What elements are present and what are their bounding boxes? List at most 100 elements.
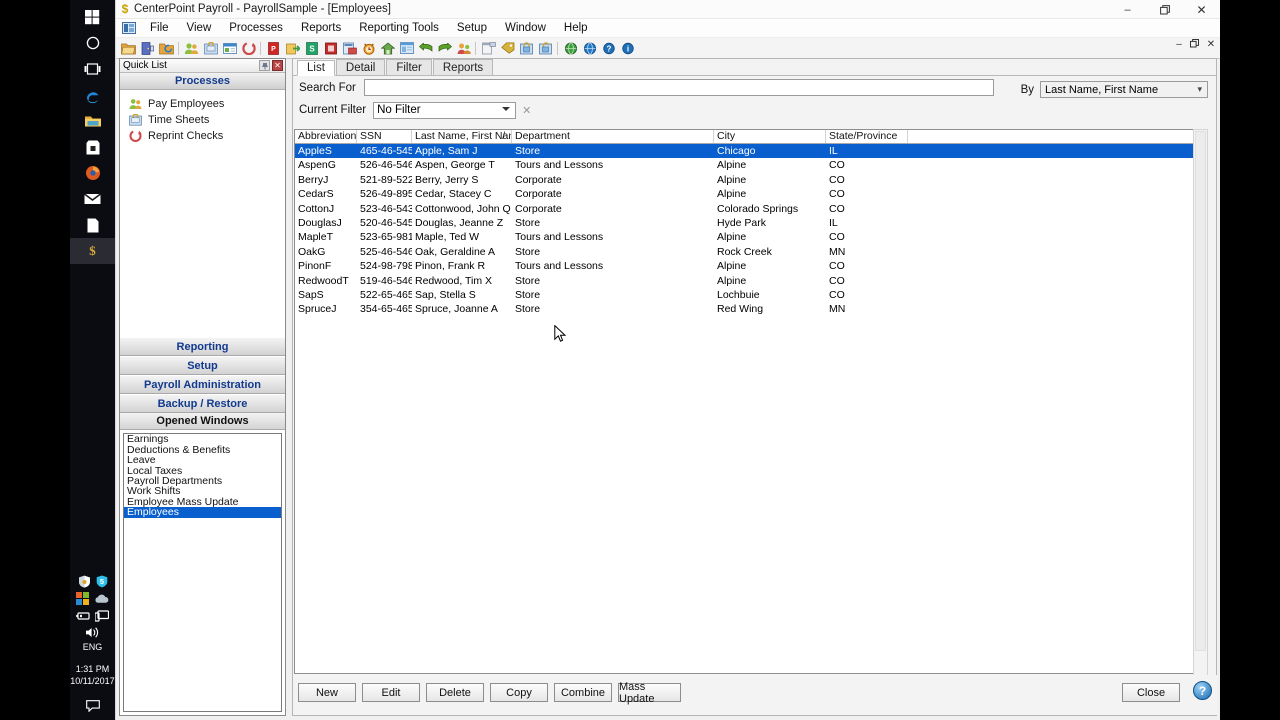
maximize-restore-button[interactable] bbox=[1146, 0, 1183, 19]
table-row[interactable]: CottonJ 523-46-5433 Cottonwood, John Q C… bbox=[295, 202, 1198, 216]
volume-icon[interactable] bbox=[85, 626, 101, 639]
cortana-circle-icon[interactable] bbox=[70, 30, 115, 56]
help-small-icon[interactable]: ? bbox=[599, 40, 618, 57]
forward-arrow-icon[interactable] bbox=[435, 40, 454, 57]
mdi-minimize-button[interactable]: – bbox=[1174, 39, 1184, 50]
taskbar-time[interactable]: 1:31 PM bbox=[68, 663, 118, 675]
new-window-icon[interactable] bbox=[479, 40, 498, 57]
document-icon[interactable] bbox=[70, 212, 115, 238]
exit-door-icon[interactable] bbox=[138, 40, 157, 57]
action-center-icon[interactable] bbox=[70, 697, 115, 714]
table-row[interactable]: AspenG 526-46-5465 Aspen, George T Tours… bbox=[295, 158, 1198, 172]
customers-icon[interactable] bbox=[454, 40, 473, 57]
taskbar-language[interactable]: ENG bbox=[70, 641, 115, 653]
taskbar-date[interactable]: 10/11/2017 bbox=[68, 675, 118, 687]
menu-help[interactable]: Help bbox=[555, 20, 597, 36]
clear-filter-icon[interactable]: ✕ bbox=[522, 104, 531, 117]
new-button[interactable]: New bbox=[298, 683, 356, 702]
quick-list-item-time-sheets[interactable]: Time Sheets bbox=[120, 112, 285, 128]
antivirus-icon[interactable]: 5 bbox=[96, 575, 108, 588]
menu-file[interactable]: File bbox=[141, 20, 178, 36]
tab-filter[interactable]: Filter bbox=[386, 59, 432, 75]
nav-button-payroll-administration[interactable]: Payroll Administration bbox=[120, 375, 285, 395]
close-icon[interactable]: ✕ bbox=[272, 60, 283, 71]
minimize-button[interactable]: – bbox=[1109, 0, 1146, 19]
mail-icon[interactable] bbox=[70, 186, 115, 212]
window-list-icon[interactable] bbox=[397, 40, 416, 57]
export-icon[interactable] bbox=[283, 40, 302, 57]
menu-window[interactable]: Window bbox=[496, 20, 555, 36]
house-icon[interactable] bbox=[378, 40, 397, 57]
close-button[interactable]: ✕ bbox=[1183, 0, 1220, 19]
employees-grid[interactable]: Abbreviation SSN Last Name, First Name /… bbox=[294, 129, 1199, 674]
table-row[interactable]: RedwoodT 519-46-5465 Redwood, Tim X Stor… bbox=[295, 274, 1198, 288]
globe-blue-icon[interactable] bbox=[580, 40, 599, 57]
table-row[interactable]: PinonF 524-98-7988 Pinon, Frank R Tours … bbox=[295, 259, 1198, 273]
edge-browser-icon[interactable] bbox=[70, 82, 115, 108]
stop-icon[interactable] bbox=[321, 40, 340, 57]
table-row[interactable]: OakG 525-46-5465 Oak, Geraldine A Store … bbox=[295, 245, 1198, 259]
spreadsheet-icon[interactable] bbox=[340, 40, 359, 57]
table-row[interactable]: SpruceJ 354-65-4655 Spruce, Joanne A Sto… bbox=[295, 302, 1198, 316]
network-monitor-icon[interactable] bbox=[95, 609, 109, 622]
tab-reports[interactable]: Reports bbox=[432, 59, 494, 75]
about-icon[interactable]: i bbox=[618, 40, 637, 57]
table-row[interactable]: MapleT 523-65-9811 Maple, Ted W Tours an… bbox=[295, 230, 1198, 244]
column-header-department[interactable]: Department bbox=[512, 130, 714, 143]
help-button[interactable]: ? bbox=[1193, 681, 1212, 700]
lock-icon[interactable] bbox=[517, 40, 536, 57]
quick-list-item-pay-employees[interactable]: Pay Employees bbox=[120, 96, 285, 112]
tag-icon[interactable] bbox=[498, 40, 517, 57]
usb-device-icon[interactable] bbox=[76, 610, 90, 621]
menu-view[interactable]: View bbox=[178, 20, 221, 36]
globe-green-icon[interactable] bbox=[561, 40, 580, 57]
onedrive-cloud-icon[interactable] bbox=[94, 593, 109, 604]
quick-list-item-reprint-checks[interactable]: Reprint Checks bbox=[120, 128, 285, 144]
mdi-close-button[interactable]: ✕ bbox=[1206, 39, 1216, 50]
alarm-clock-icon[interactable] bbox=[359, 40, 378, 57]
table-row[interactable]: CedarS 526-49-8954 Cedar, Stacey C Corpo… bbox=[295, 187, 1198, 201]
employees-icon[interactable] bbox=[182, 40, 201, 57]
search-input[interactable] bbox=[363, 79, 994, 96]
tab-detail[interactable]: Detail bbox=[335, 59, 386, 75]
table-row[interactable]: SapS 522-65-4654 Sap, Stella S Store Loc… bbox=[295, 288, 1198, 302]
sort-by-select[interactable]: Last Name, First Name ▾ bbox=[1040, 81, 1208, 98]
table-row[interactable]: DouglasJ 520-46-5456 Douglas, Jeanne Z S… bbox=[295, 216, 1198, 230]
scrollbar-thumb[interactable] bbox=[1195, 131, 1206, 651]
system-menu-icon[interactable] bbox=[120, 21, 138, 35]
pin-icon[interactable] bbox=[259, 60, 270, 71]
copy-button[interactable]: Copy bbox=[490, 683, 548, 702]
column-header-ssn[interactable]: SSN bbox=[357, 130, 412, 143]
table-row[interactable]: AppleS 465-46-5456 Apple, Sam J Store Ch… bbox=[295, 144, 1198, 159]
time-sheets-icon[interactable] bbox=[201, 40, 220, 57]
column-header-city[interactable]: City bbox=[714, 130, 826, 143]
opened-window-item-selected[interactable]: Employees bbox=[124, 507, 281, 518]
excel-icon[interactable]: S bbox=[302, 40, 321, 57]
opened-windows-list[interactable]: Earnings Deductions & Benefits Leave Loc… bbox=[123, 433, 282, 712]
tab-list[interactable]: List bbox=[297, 60, 335, 76]
menu-reports[interactable]: Reports bbox=[292, 20, 350, 36]
microsoft-store-icon[interactable] bbox=[70, 134, 115, 160]
menu-setup[interactable]: Setup bbox=[448, 20, 496, 36]
start-icon[interactable] bbox=[70, 4, 115, 30]
reprint-checks-icon[interactable] bbox=[239, 40, 258, 57]
menu-reporting-tools[interactable]: Reporting Tools bbox=[350, 20, 448, 36]
unlock-icon[interactable] bbox=[536, 40, 555, 57]
column-header-name[interactable]: Last Name, First Name / bbox=[412, 130, 512, 143]
open-folder-icon[interactable] bbox=[119, 40, 138, 57]
task-view-icon[interactable] bbox=[70, 56, 115, 82]
column-header-abbreviation[interactable]: Abbreviation bbox=[295, 130, 357, 143]
pdf-icon[interactable]: P bbox=[264, 40, 283, 57]
refresh-folder-icon[interactable] bbox=[157, 40, 176, 57]
back-arrow-icon[interactable] bbox=[416, 40, 435, 57]
firefox-icon[interactable] bbox=[70, 160, 115, 186]
grid-vertical-scrollbar[interactable] bbox=[1193, 129, 1208, 676]
nav-button-backup-restore[interactable]: Backup / Restore bbox=[120, 394, 285, 414]
column-header-state[interactable]: State/Province bbox=[826, 130, 908, 143]
delete-button[interactable]: Delete bbox=[426, 683, 484, 702]
centerpoint-payroll-icon[interactable]: $ bbox=[70, 238, 115, 264]
mass-update-button[interactable]: Mass Update bbox=[618, 681, 681, 705]
table-row[interactable]: BerryJ 521-89-5222 Berry, Jerry S Corpor… bbox=[295, 173, 1198, 187]
file-explorer-icon[interactable] bbox=[70, 108, 115, 134]
menu-processes[interactable]: Processes bbox=[220, 20, 292, 36]
